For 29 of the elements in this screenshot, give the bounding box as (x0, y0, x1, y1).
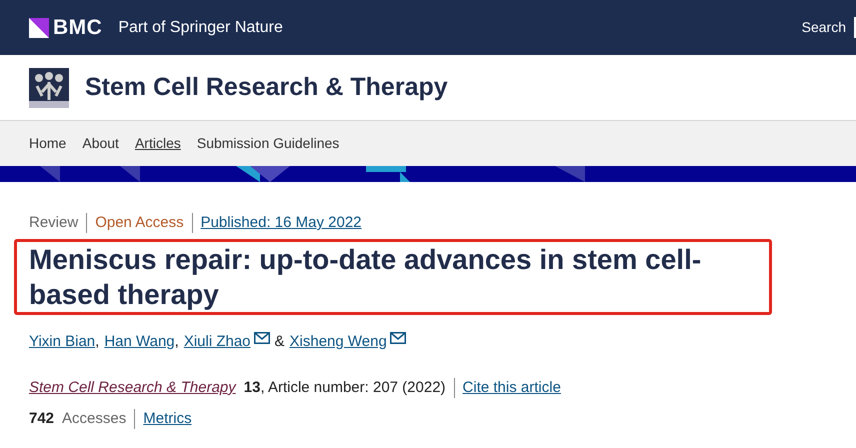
author-link[interactable]: Yixin Bian (29, 330, 96, 353)
author-link[interactable]: Xisheng Weng (290, 330, 387, 353)
author-separator: , (95, 332, 100, 352)
mail-icon[interactable] (390, 332, 406, 344)
access-count: 742 (29, 408, 54, 428)
access-label: Accesses (62, 408, 126, 428)
article-title: Meniscus repair: up-to-date advances in stem cell-based therapy (29, 242, 702, 312)
journal-title[interactable]: Stem Cell Research & Therapy (85, 68, 448, 106)
author-separator: & (274, 332, 285, 352)
access-label: Open Access (95, 213, 184, 233)
brand-logo-icon (29, 18, 49, 38)
search-link[interactable]: Search (802, 17, 856, 38)
nav-link[interactable]: Home (29, 133, 66, 154)
journal-logo-icon (29, 68, 69, 108)
metrics-link[interactable]: Metrics (143, 408, 192, 430)
cite-link[interactable]: Cite this article (462, 377, 561, 400)
author-link[interactable]: Han Wang (104, 330, 175, 353)
tagline: Part of Springer Nature (118, 18, 283, 38)
citation-details: 13, Article number: 207 (2022) (244, 378, 446, 398)
journal-link[interactable]: Stem Cell Research & Therapy (29, 377, 236, 400)
author-link[interactable]: Xiuli Zhao (184, 330, 251, 353)
brand-name[interactable]: BMC (53, 12, 102, 44)
article-type: Review (29, 213, 78, 233)
nav-link[interactable]: Articles (134, 133, 181, 154)
published-date-link[interactable]: Published: 16 May 2022 (200, 212, 362, 234)
nav-link[interactable]: Submission Guidelines (196, 133, 340, 154)
author-separator: , (174, 332, 179, 352)
nav-link[interactable]: About (82, 133, 119, 154)
mail-icon[interactable] (254, 332, 270, 344)
